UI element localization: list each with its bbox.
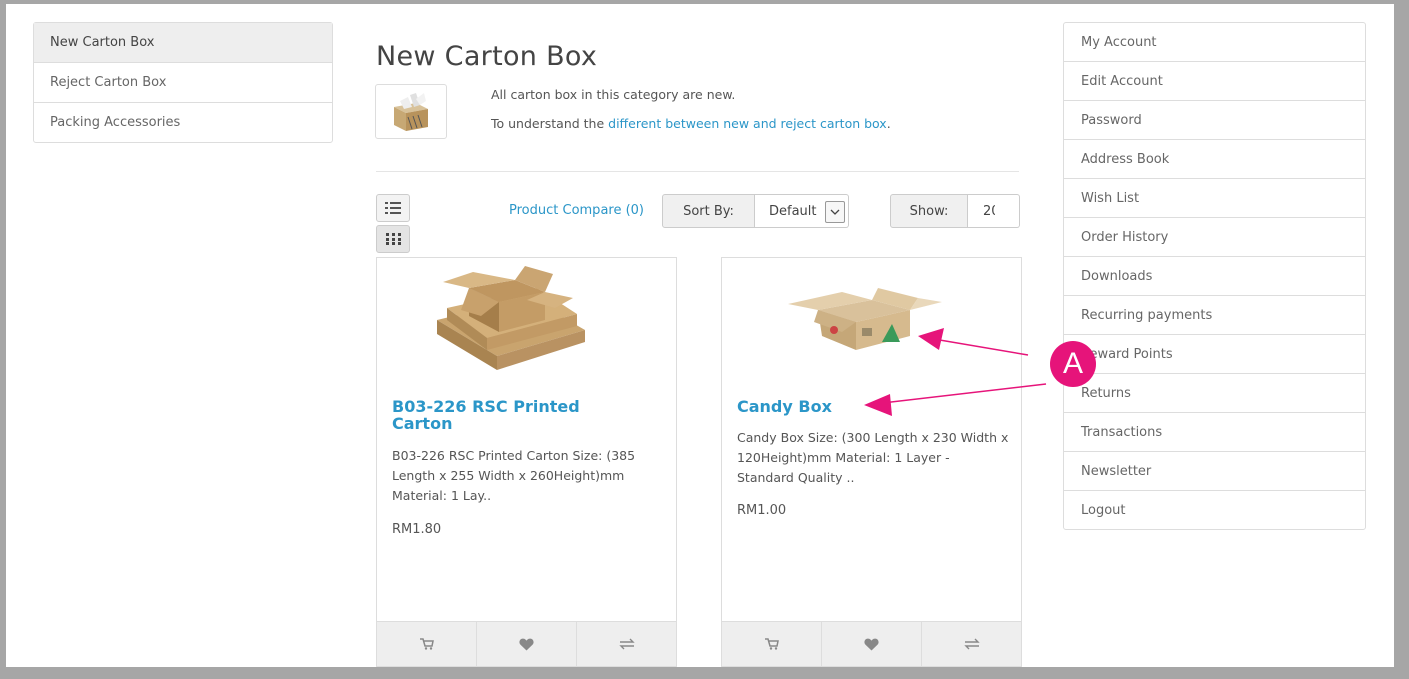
product-actions <box>377 621 676 666</box>
chevron-down-icon <box>825 201 845 223</box>
sort-by-value: Default <box>769 204 817 219</box>
page-frame: New Carton Box Reject Carton Box Packing… <box>6 4 1394 667</box>
account-item-downloads[interactable]: Downloads <box>1064 256 1365 295</box>
account-item-order-history[interactable]: Order History <box>1064 217 1365 256</box>
account-item-logout[interactable]: Logout <box>1064 490 1365 529</box>
candy-box-image <box>788 288 942 350</box>
grid-view-icon <box>385 233 401 245</box>
heart-icon <box>519 638 534 650</box>
account-item-password[interactable]: Password <box>1064 100 1365 139</box>
add-to-cart-button[interactable] <box>377 622 476 666</box>
page-title: New Carton Box <box>376 41 598 72</box>
account-item-address-book[interactable]: Address Book <box>1064 139 1365 178</box>
account-item-wish-list[interactable]: Wish List <box>1064 178 1365 217</box>
carton-thumbnail-icon <box>394 92 428 131</box>
add-to-wishlist-button[interactable] <box>476 622 576 666</box>
show-limit-select[interactable]: 20 <box>968 194 1020 228</box>
compare-button[interactable] <box>921 622 1021 666</box>
category-item-packing-accessories[interactable]: Packing Accessories <box>34 102 332 142</box>
add-to-cart-button[interactable] <box>722 622 821 666</box>
add-to-wishlist-button[interactable] <box>821 622 921 666</box>
category-item-reject-carton-box[interactable]: Reject Carton Box <box>34 62 332 102</box>
description-line-1: All carton box in this category are new. <box>491 87 736 102</box>
sort-by-label: Sort By: <box>662 194 755 228</box>
product-card: Candy Box Candy Box Size: (300 Length x … <box>721 257 1022 667</box>
category-description: All carton box in this category are new.… <box>491 87 891 145</box>
account-item-returns[interactable]: Returns <box>1064 373 1365 412</box>
product-description: B03-226 RSC Printed Carton Size: (385 Le… <box>392 448 636 503</box>
account-item-recurring-payments[interactable]: Recurring payments <box>1064 295 1365 334</box>
product-description: Candy Box Size: (300 Length x 230 Width … <box>737 430 1009 485</box>
show-label: Show: <box>890 194 968 228</box>
product-price: RM1.00 <box>737 503 787 518</box>
list-view-button[interactable] <box>376 194 410 222</box>
sort-by-select[interactable]: Default <box>755 194 849 228</box>
heart-icon <box>864 638 879 650</box>
grid-view-button[interactable] <box>376 225 410 253</box>
product-image[interactable] <box>377 258 676 386</box>
list-view-icon <box>385 202 401 214</box>
description-suffix: . <box>886 116 891 131</box>
cart-icon <box>764 638 779 650</box>
show-limit-value: 20 <box>983 204 995 219</box>
account-menu: My Account Edit Account Password Address… <box>1063 22 1366 530</box>
product-actions <box>722 621 1021 666</box>
compare-button[interactable] <box>576 622 676 666</box>
divider <box>376 171 1019 172</box>
account-item-edit-account[interactable]: Edit Account <box>1064 61 1365 100</box>
cart-icon <box>419 638 434 650</box>
annotation-marker: A <box>1050 341 1096 387</box>
account-item-reward-points[interactable]: Reward Points <box>1064 334 1365 373</box>
product-name-link[interactable]: Candy Box <box>737 398 977 415</box>
new-vs-reject-link[interactable]: different between new and reject carton … <box>608 116 887 131</box>
product-price: RM1.80 <box>392 522 442 537</box>
description-line-2: To understand the different between new … <box>491 116 891 131</box>
account-item-newsletter[interactable]: Newsletter <box>1064 451 1365 490</box>
category-list: New Carton Box Reject Carton Box Packing… <box>33 22 333 143</box>
product-name-link[interactable]: B03-226 RSC Printed Carton <box>392 398 632 432</box>
exchange-icon <box>963 638 980 650</box>
account-item-transactions[interactable]: Transactions <box>1064 412 1365 451</box>
category-item-new-carton-box[interactable]: New Carton Box <box>34 23 332 62</box>
product-compare-link[interactable]: Product Compare (0) <box>509 203 662 218</box>
account-item-my-account[interactable]: My Account <box>1064 23 1365 61</box>
exchange-icon <box>618 638 635 650</box>
product-card: B03-226 RSC Printed Carton B03-226 RSC P… <box>376 257 677 667</box>
carton-stack-image <box>437 266 585 370</box>
description-prefix: To understand the <box>491 116 609 131</box>
product-image[interactable] <box>722 258 1021 386</box>
category-thumbnail <box>375 84 447 139</box>
